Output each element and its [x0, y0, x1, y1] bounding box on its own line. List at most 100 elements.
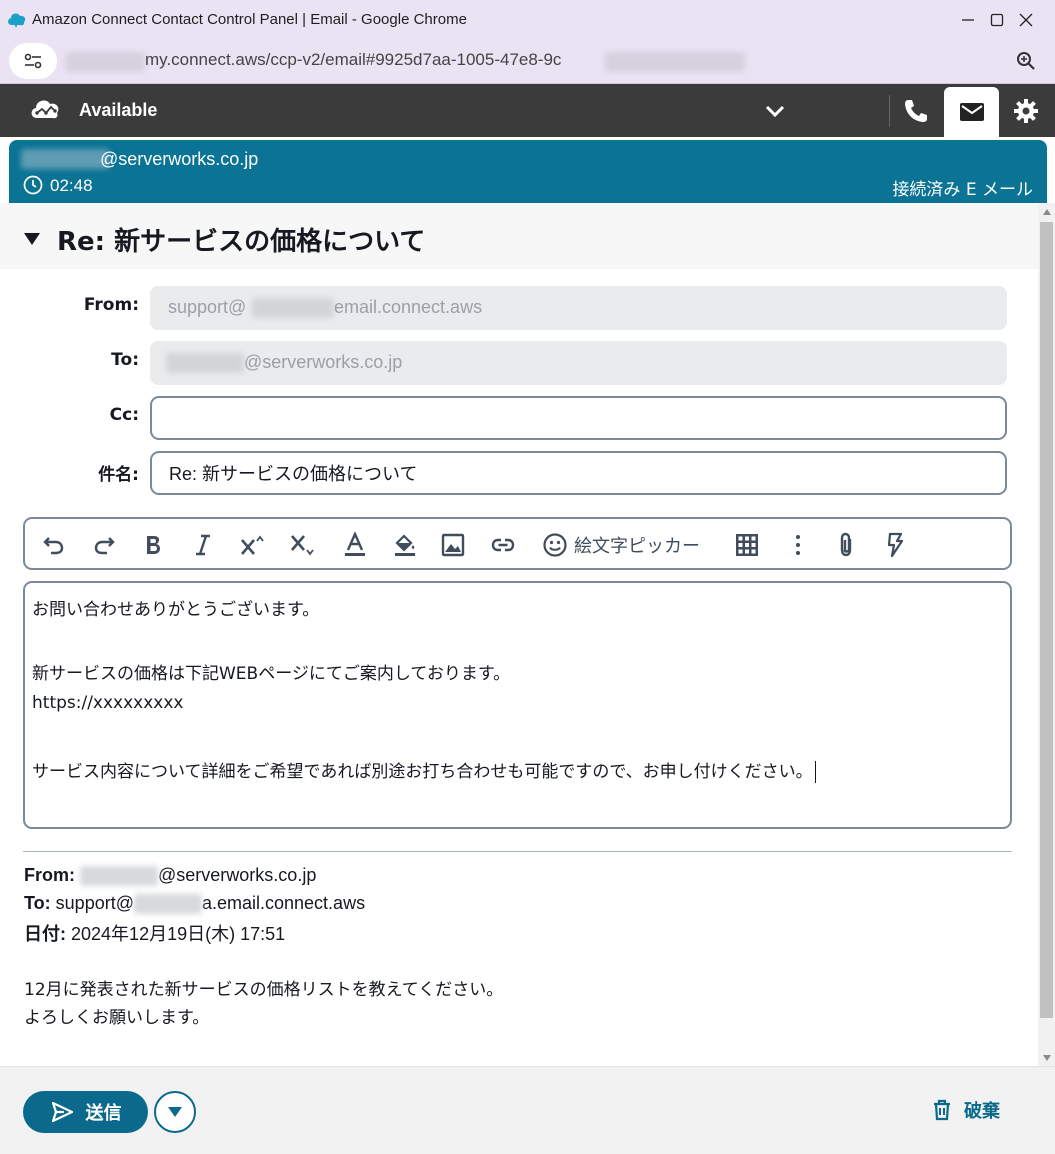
insert-table-button[interactable]	[734, 531, 760, 559]
insert-image-button[interactable]	[440, 531, 466, 559]
quoted-to-prefix: support@	[55, 893, 134, 913]
clock-icon	[23, 175, 43, 195]
mail-icon	[959, 103, 984, 121]
page-title: Re: 新サービスの価格について	[57, 227, 426, 257]
site-info-button[interactable]	[9, 43, 57, 79]
header-divider	[889, 95, 890, 127]
quoted-date-value: 2024年12月19日(木) 17:51	[71, 924, 286, 944]
quoted-from-value: @serverworks.co.jp	[158, 865, 317, 885]
contact-address: @serverworks.co.jp	[100, 149, 259, 169]
gear-icon	[1014, 99, 1038, 123]
redacted	[166, 353, 244, 373]
quoted-date-label: 日付:	[24, 924, 66, 944]
phone-icon	[905, 100, 927, 122]
contact-timer: 02:48	[50, 176, 93, 195]
undo-button[interactable]	[41, 531, 67, 559]
paperclip-icon	[840, 532, 852, 557]
zoom-icon[interactable]	[1015, 50, 1037, 72]
subject-input[interactable]: Re: 新サービスの価格について	[150, 451, 1007, 495]
text-color-button[interactable]	[342, 531, 368, 559]
emoji-picker-button[interactable]: 絵文字ピッカー	[542, 531, 700, 559]
redo-icon	[94, 537, 115, 555]
body-line: 新サービスの価格は下記WEBページにてご案内しております。	[32, 664, 511, 684]
body-line: お問い合わせありがとうございます。	[32, 600, 320, 620]
settings-button[interactable]	[1008, 94, 1044, 128]
quoted-from: From: @serverworks.co.jp	[24, 865, 317, 887]
send-button[interactable]: 送信	[23, 1091, 148, 1133]
redacted	[133, 894, 202, 915]
text-caret	[814, 761, 816, 783]
compose-footer: 送信 破棄	[0, 1066, 1055, 1154]
from-label: From:	[83, 295, 139, 315]
contact-redacted	[21, 149, 109, 169]
quoted-from-label: From:	[24, 865, 75, 885]
redo-button[interactable]	[91, 531, 117, 559]
send-icon	[51, 1101, 73, 1123]
body-line: https://xxxxxxxxx	[32, 693, 184, 713]
quoted-body-line: よろしくお願いします。	[24, 1008, 210, 1028]
subscript-icon	[291, 535, 314, 556]
send-label: 送信	[85, 1103, 122, 1124]
ccp-header: Available	[0, 84, 1055, 137]
vertical-scrollbar[interactable]	[1038, 203, 1055, 1066]
amazon-connect-logo-icon	[8, 13, 26, 28]
discard-label: 破棄	[964, 1101, 1000, 1122]
agent-status[interactable]: Available	[79, 100, 157, 121]
contact-banner: @serverworks.co.jp 02:48 接続済み E メール	[9, 140, 1047, 203]
triangle-up-icon	[1042, 208, 1051, 215]
send-options-button[interactable]	[154, 1091, 196, 1133]
url-redacted	[65, 52, 145, 72]
triangle-down-icon	[1042, 1054, 1051, 1061]
emoji-icon	[543, 533, 567, 557]
close-icon	[1019, 13, 1033, 26]
attach-file-button[interactable]	[834, 531, 860, 559]
quote-divider	[23, 851, 1012, 852]
discard-button[interactable]: 破棄	[930, 1097, 1000, 1123]
italic-icon	[196, 534, 210, 556]
quick-responses-button[interactable]	[883, 531, 909, 559]
cc-input[interactable]	[150, 396, 1007, 440]
link-icon	[491, 538, 515, 552]
superscript-icon	[241, 535, 264, 555]
emoji-picker-label: 絵文字ピッカー	[574, 536, 700, 557]
to-field: @serverworks.co.jp	[150, 341, 1007, 385]
body-line: サービス内容について詳細をご希望であれば別途お打ち合わせも可能ですので、お申し付…	[32, 762, 813, 782]
fill-color-button[interactable]	[392, 531, 418, 559]
email-tab-button[interactable]	[944, 87, 999, 137]
phone-tab-button[interactable]	[898, 94, 934, 128]
from-suffix: email.connect.aws	[334, 297, 483, 317]
tune-icon	[24, 53, 42, 69]
table-icon	[736, 534, 758, 556]
window-title: Amazon Connect Contact Control Panel | E…	[32, 11, 467, 28]
browser-titlebar: Amazon Connect Contact Control Panel | E…	[0, 0, 1055, 39]
caret-down-icon	[168, 1107, 182, 1117]
agent-status-icon	[31, 100, 59, 119]
url-field[interactable]: my.connect.aws/ccp-v2/email#9925d7aa-100…	[145, 50, 561, 70]
chevron-down-icon[interactable]	[762, 98, 788, 124]
cc-label: Cc:	[109, 405, 139, 425]
email-body-editor[interactable]: お問い合わせありがとうございます。 新サービスの価格は下記WEBページにてご案内…	[23, 581, 1012, 829]
quoted-date: 日付: 2024年12月19日(木) 17:51	[24, 920, 285, 946]
more-options-button[interactable]	[785, 531, 811, 559]
scroll-up-button[interactable]	[1038, 203, 1055, 220]
subscript-button[interactable]	[289, 531, 315, 559]
redacted	[80, 866, 159, 887]
image-icon	[441, 533, 465, 557]
from-prefix: support@	[168, 297, 247, 317]
editor-toolbar: 絵文字ピッカー	[23, 517, 1012, 570]
text-color-icon	[345, 532, 365, 556]
insert-link-button[interactable]	[490, 531, 516, 559]
italic-button[interactable]	[190, 531, 216, 559]
from-field: support@ email.connect.aws	[150, 286, 1007, 330]
to-value: @serverworks.co.jp	[244, 352, 403, 372]
quoted-body-line: 12月に発表された新サービスの価格リストを教えてください。	[24, 980, 504, 1000]
scroll-thumb[interactable]	[1040, 222, 1053, 1018]
close-window-button[interactable]	[997, 0, 1055, 39]
superscript-button[interactable]	[239, 531, 265, 559]
scroll-down-button[interactable]	[1038, 1049, 1055, 1066]
to-label: To:	[111, 350, 139, 370]
caret-down-icon[interactable]	[23, 231, 41, 247]
bold-button[interactable]	[140, 531, 166, 559]
undo-icon	[43, 537, 64, 555]
subject-label: 件名:	[98, 465, 139, 485]
